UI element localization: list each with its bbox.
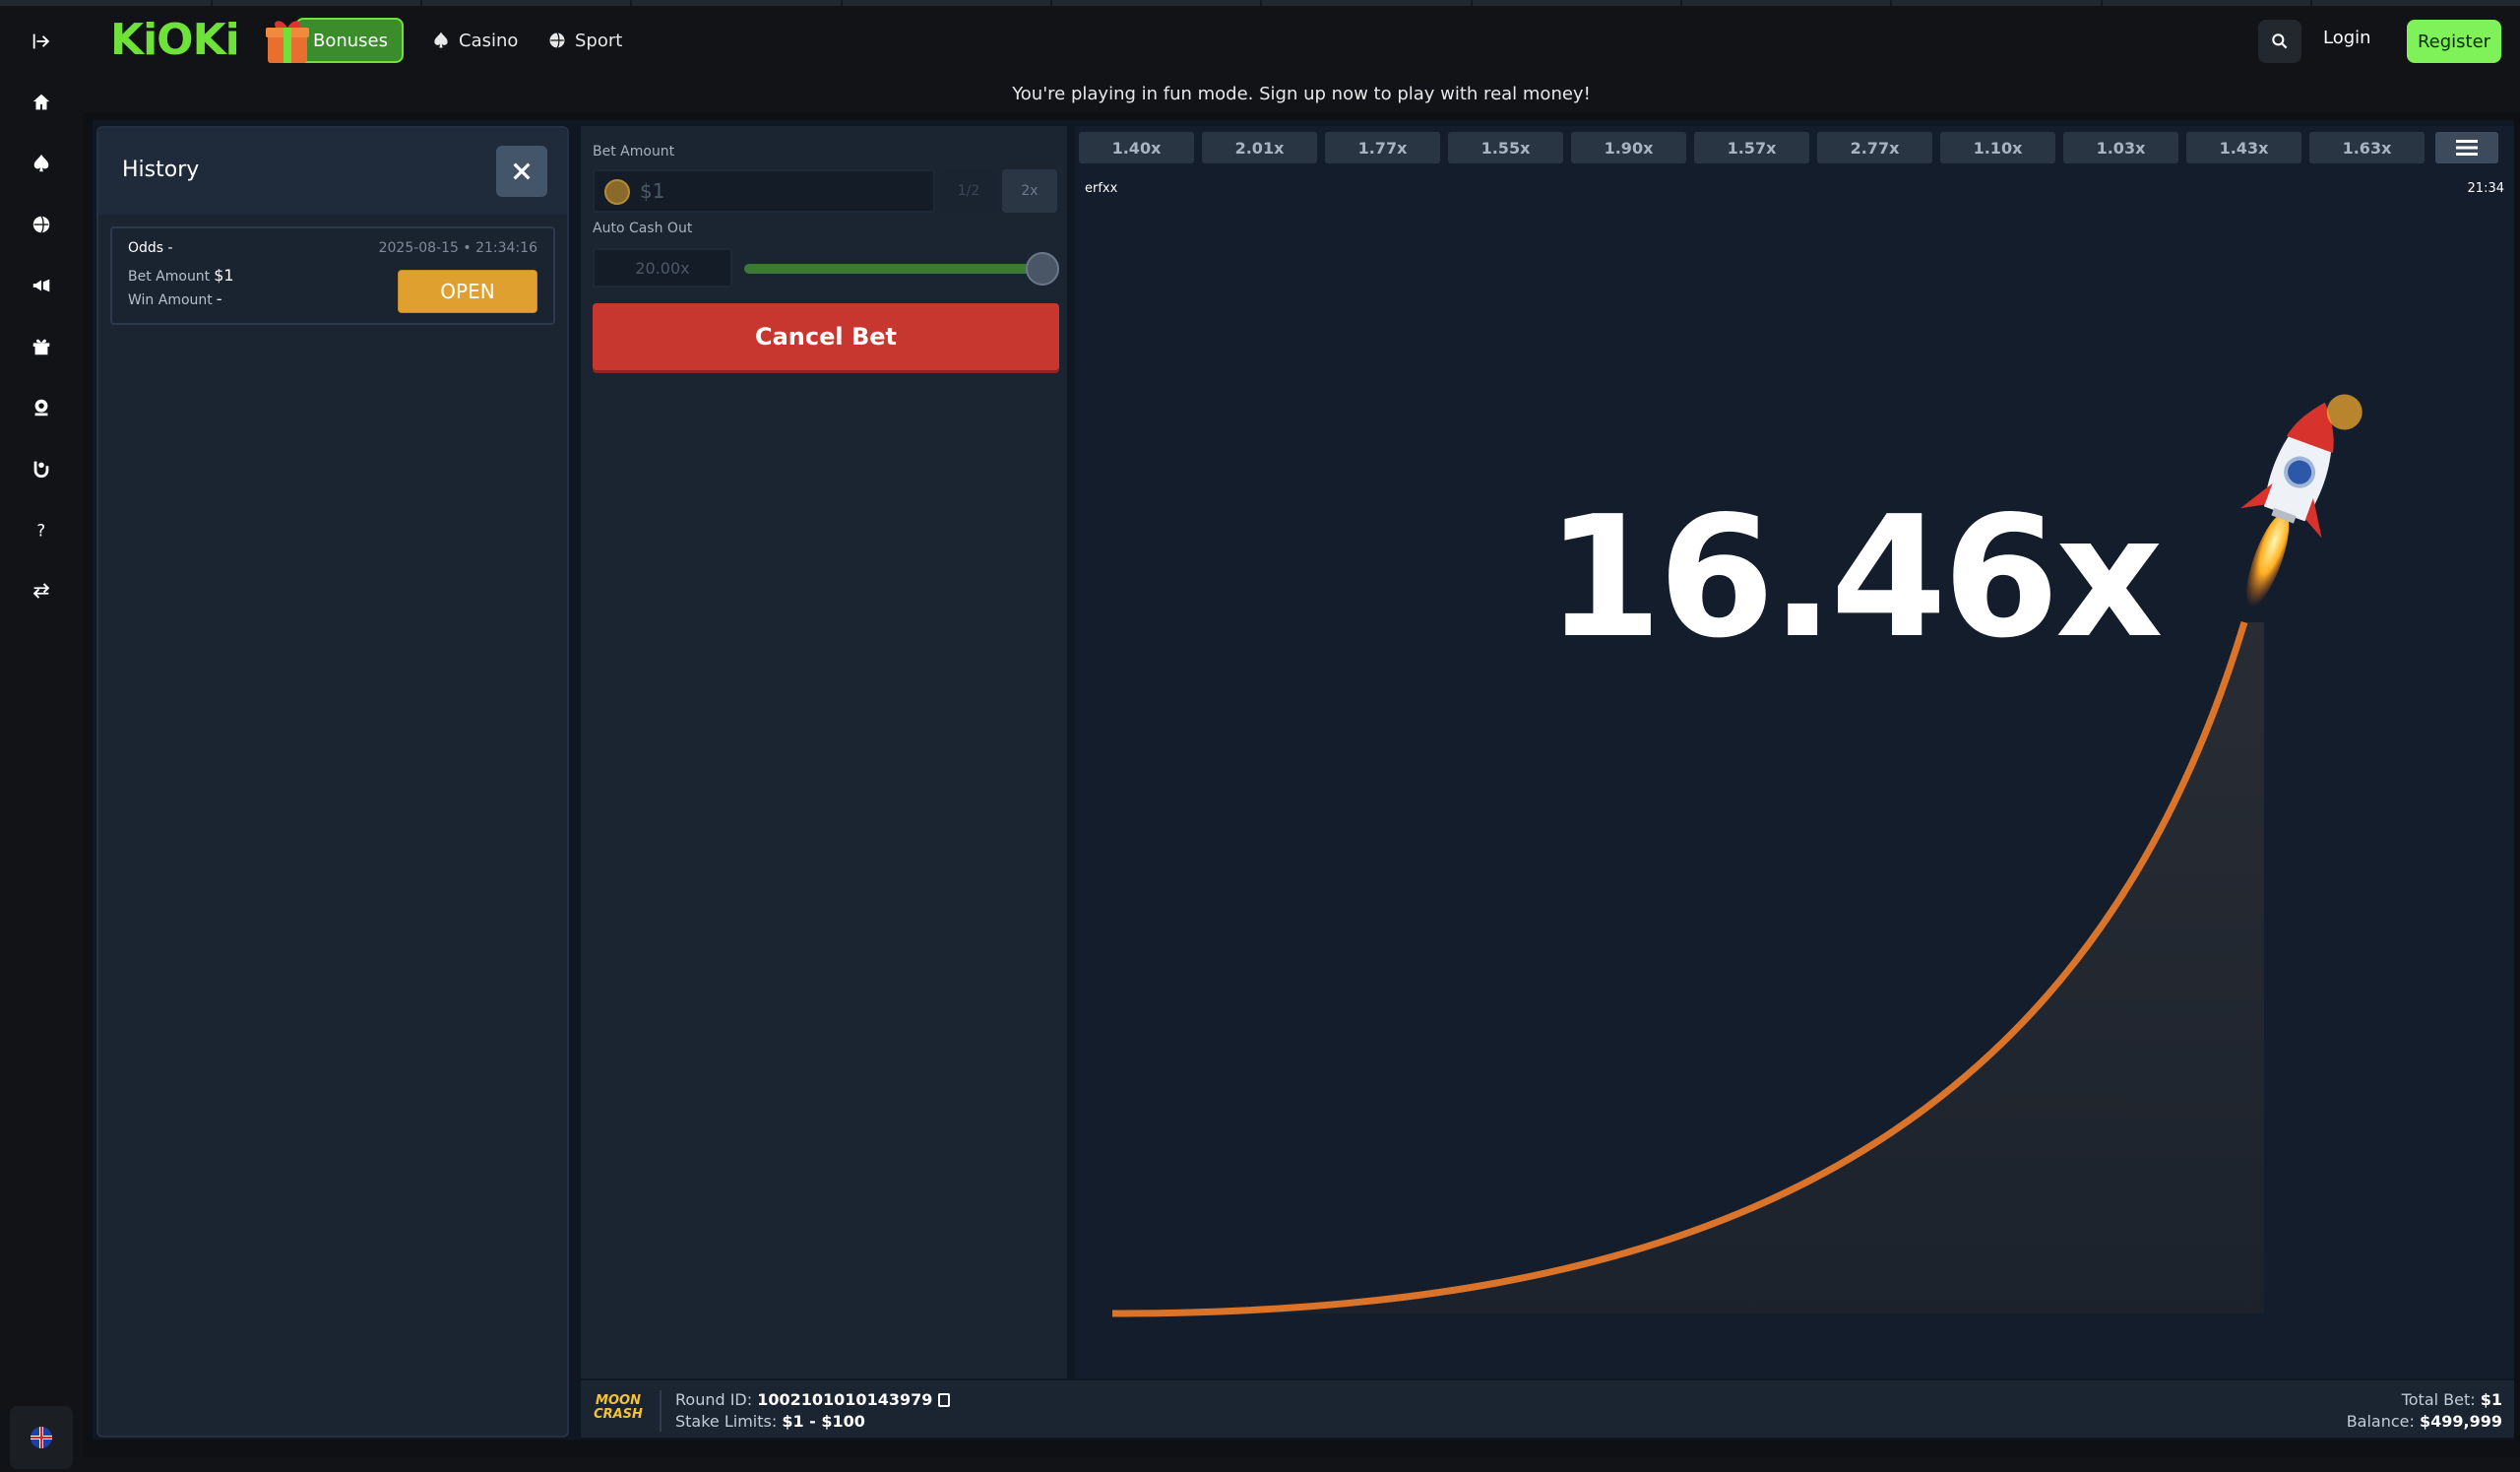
bet-amount-label: Bet Amount xyxy=(593,144,675,160)
double-bet-button[interactable]: 2x xyxy=(1002,169,1057,213)
history-panel: History Odds - Bet Amount $1 Win Amount - … xyxy=(96,126,569,1438)
recent-multiplier-6: 1.57x xyxy=(1694,132,1809,163)
recent-multiplier-9: 1.03x xyxy=(2063,132,2178,163)
bottom-bar xyxy=(83,1457,2520,1472)
hamburger-icon xyxy=(2456,140,2478,156)
english-flag-icon xyxy=(31,1427,52,1448)
balance: Balance: $499,999 xyxy=(2346,1412,2502,1431)
graph-username: erfxx xyxy=(1085,181,1118,196)
register-button[interactable]: Register xyxy=(2407,20,2501,63)
recent-multiplier-3: 1.77x xyxy=(1325,132,1440,163)
round-id: Round ID: 1002101010143979 xyxy=(675,1390,951,1409)
gift-icon[interactable] xyxy=(26,331,57,362)
bet-amount-value: $1 xyxy=(640,179,665,203)
auto-cashout-input[interactable]: 20.00x xyxy=(593,248,732,288)
recent-multiplier-7: 2.77x xyxy=(1817,132,1932,163)
nav-casino-label: Casino xyxy=(459,30,519,51)
history-menu-button[interactable] xyxy=(2435,132,2498,163)
copy-icon[interactable] xyxy=(938,1393,951,1407)
cashback-icon[interactable] xyxy=(26,453,57,484)
spade-icon[interactable] xyxy=(26,148,57,179)
close-history-button[interactable] xyxy=(496,146,547,197)
sport-ball-icon xyxy=(549,32,565,48)
history-entry: Odds - Bet Amount $1 Win Amount - 2025-08-… xyxy=(110,226,555,325)
game-footer: MOON CRASH Round ID: 1002101010143979 St… xyxy=(581,1378,2514,1438)
search-icon xyxy=(2272,33,2288,49)
svg-text:?: ? xyxy=(36,521,45,540)
history-date: 2025-08-15 • 21:34:16 xyxy=(378,240,537,256)
half-bet-button[interactable]: 1/2 xyxy=(941,169,996,213)
home-icon[interactable] xyxy=(26,87,57,118)
gift-box-icon xyxy=(266,21,309,63)
auto-cashout-label: Auto Cash Out xyxy=(593,221,693,236)
recent-multiplier-1: 1.40x xyxy=(1079,132,1194,163)
history-header: History xyxy=(98,128,567,215)
moon-crash-logo: MOON CRASH xyxy=(594,1393,643,1422)
expand-icon[interactable] xyxy=(26,26,57,57)
login-button[interactable]: Login xyxy=(2323,28,2371,48)
recent-multiplier-11: 1.63x xyxy=(2309,132,2425,163)
close-icon xyxy=(513,162,531,180)
nav-sport-label: Sport xyxy=(575,30,623,51)
language-selector[interactable] xyxy=(10,1406,73,1469)
kioki-logo[interactable]: KiOKi xyxy=(110,15,240,65)
total-bet: Total Bet: $1 xyxy=(2401,1390,2502,1409)
crash-graph: 1.40x 2.01x 1.77x 1.55x 1.90x 1.57x 2.77… xyxy=(1075,126,2514,1378)
auto-cashout-slider[interactable] xyxy=(744,264,1045,274)
graph-time: 21:34 xyxy=(2467,181,2504,196)
recent-multiplier-4: 1.55x xyxy=(1448,132,1563,163)
bet-amount-row: Bet Amount $1 xyxy=(128,266,234,285)
recent-multiplier-5: 1.90x xyxy=(1571,132,1686,163)
auto-cashout-slider-thumb[interactable] xyxy=(1026,252,1059,286)
current-multiplier: 16.46x xyxy=(1545,480,2163,675)
nav-casino[interactable]: Casino xyxy=(431,26,518,55)
trophy-icon[interactable] xyxy=(26,392,57,423)
sport-ball-icon[interactable] xyxy=(26,209,57,240)
help-icon[interactable]: ? xyxy=(26,514,57,545)
recent-multiplier-2: 2.01x xyxy=(1202,132,1317,163)
curve-fill xyxy=(1112,622,2264,1313)
crash-curve xyxy=(1111,394,2362,1317)
fun-mode-banner: You're playing in fun mode. Sign up now … xyxy=(83,75,2520,112)
search-button[interactable] xyxy=(2258,20,2301,63)
game-container: History Odds - Bet Amount $1 Win Amount - … xyxy=(93,120,2514,1440)
footer-divider xyxy=(660,1390,662,1432)
odds-row: Odds - xyxy=(128,240,173,256)
spade-icon xyxy=(434,32,448,48)
history-title: History xyxy=(122,158,200,182)
megaphone-icon[interactable] xyxy=(26,270,57,301)
recent-multiplier-8: 1.10x xyxy=(1940,132,2055,163)
bet-panel: Bet Amount $1 1/2 2x Auto Cash Out 20.00… xyxy=(581,126,1067,1378)
win-amount-row: Win Amount - xyxy=(128,289,222,308)
rocket-icon xyxy=(2239,394,2362,608)
exchange-icon[interactable] xyxy=(26,575,57,607)
recent-multiplier-10: 1.43x xyxy=(2186,132,2301,163)
open-bet-button[interactable]: OPEN xyxy=(398,270,537,313)
cancel-bet-button[interactable]: Cancel Bet xyxy=(593,303,1059,370)
left-sidebar: ? xyxy=(0,6,83,1472)
nav-sport[interactable]: Sport xyxy=(547,26,622,55)
stake-limits: Stake Limits: $1 - $100 xyxy=(675,1412,865,1431)
coin-icon xyxy=(604,179,630,205)
bet-amount-input[interactable]: $1 xyxy=(593,169,935,213)
top-header: KiOKi Bonuses Casino Sport Login Registe… xyxy=(83,6,2520,75)
